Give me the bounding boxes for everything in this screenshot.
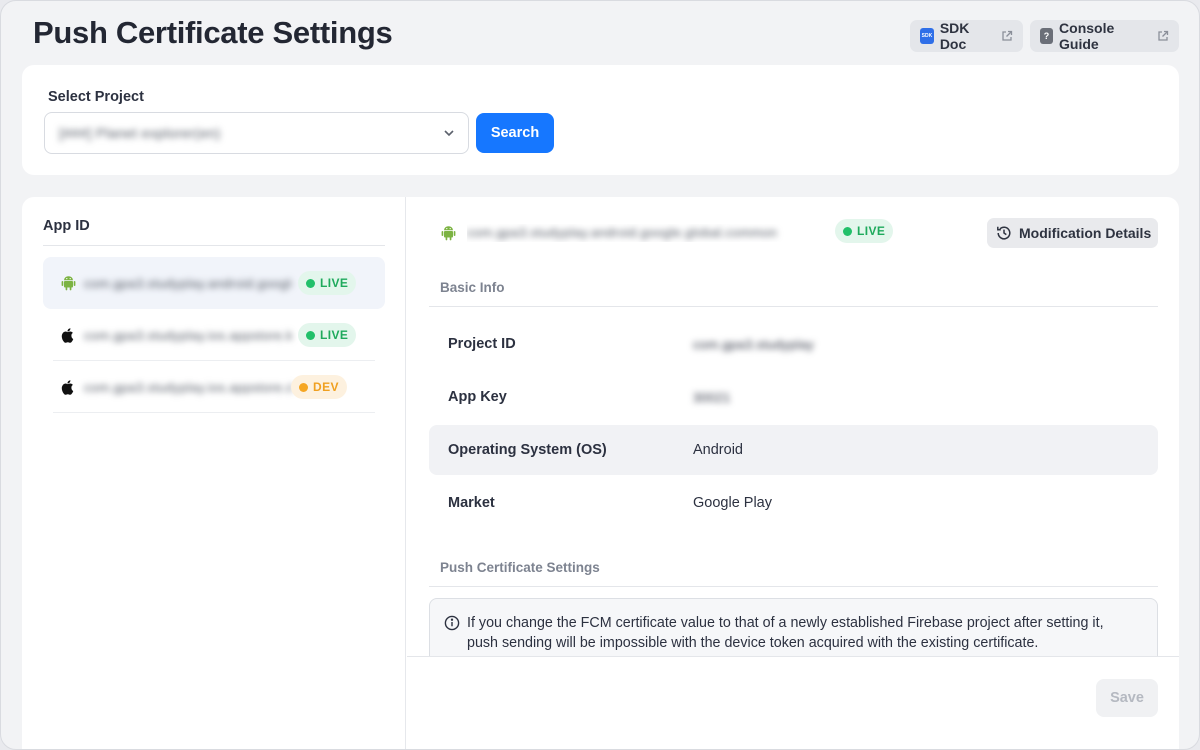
- console-guide-icon: ?: [1040, 28, 1054, 44]
- status-badge: LIVE: [835, 219, 894, 243]
- basic-info-title: Basic Info: [440, 280, 505, 295]
- divider: [429, 306, 1158, 307]
- project-select-value: [###] Planet explorer(en): [59, 125, 221, 141]
- status-badge-label: LIVE: [320, 276, 349, 290]
- history-icon: [995, 224, 1013, 242]
- external-link-icon: [1001, 30, 1013, 42]
- project-select[interactable]: [###] Planet explorer(en): [44, 112, 469, 154]
- info-value: Google Play: [693, 495, 772, 511]
- divider: [53, 412, 375, 413]
- chevron-down-icon: [442, 126, 456, 140]
- app-list-item[interactable]: com.gpa3.studyplay.ios.appstore.kr LIVE: [43, 309, 385, 361]
- info-row-app-key: App Key 30021: [429, 372, 1158, 422]
- android-icon: [441, 225, 456, 241]
- console-guide-label: Console Guide: [1059, 20, 1115, 52]
- status-dot: [306, 330, 315, 340]
- info-key: App Key: [448, 389, 507, 405]
- status-badge-label: LIVE: [320, 328, 349, 342]
- push-cert-title: Push Certificate Settings: [440, 560, 600, 575]
- status-badge: LIVE: [298, 323, 357, 347]
- info-value: 30021: [693, 389, 731, 405]
- app-id-heading: App ID: [43, 218, 90, 234]
- project-select-card: Select Project [###] Planet explorer(en)…: [22, 65, 1179, 175]
- apple-icon: [61, 327, 76, 343]
- divider: [43, 245, 385, 246]
- info-value: com.gpa3.studyplay: [693, 336, 815, 352]
- status-badge-label: DEV: [313, 380, 339, 394]
- app-window: Push Certificate Settings SDK SDK Doc ? …: [0, 0, 1200, 750]
- save-button[interactable]: Save: [1096, 679, 1158, 717]
- search-button[interactable]: Search: [476, 113, 554, 153]
- app-id-text: com.gpa3.studyplay.ios.appstore.dev: [84, 379, 292, 395]
- external-link-icon: [1157, 30, 1169, 42]
- app-detail-pane: com.gpa3.studyplay.android.google.global…: [407, 197, 1179, 749]
- apple-icon: [61, 379, 76, 395]
- android-icon: [61, 275, 76, 291]
- info-key: Market: [448, 495, 495, 511]
- info-row-project-id: Project ID com.gpa3.studyplay: [429, 319, 1158, 369]
- status-dot: [306, 278, 315, 288]
- status-badge: DEV: [291, 375, 347, 399]
- app-id-text: com.gpa3.studyplay.android.google: [84, 275, 292, 291]
- status-badge-label: LIVE: [857, 224, 886, 238]
- status-dot: [299, 382, 308, 392]
- app-id-list-pane: App ID com.gpa3.studyplay.android.google…: [22, 197, 406, 749]
- app-list-item[interactable]: com.gpa3.studyplay.android.google LIVE: [43, 257, 385, 309]
- app-id-text: com.gpa3.studyplay.ios.appstore.kr: [84, 327, 292, 343]
- info-row-market: Market Google Play: [429, 478, 1158, 528]
- modification-details-button[interactable]: Modification Details: [987, 218, 1158, 248]
- selected-app-id-text: com.gpa3.studyplay.android.google.global…: [467, 225, 778, 240]
- modification-details-label: Modification Details: [1019, 225, 1152, 241]
- info-icon: [444, 615, 460, 631]
- status-badge: LIVE: [298, 271, 357, 295]
- footer: Save: [407, 657, 1179, 749]
- app-list-item[interactable]: com.gpa3.studyplay.ios.appstore.dev DEV: [43, 361, 385, 413]
- info-value: Android: [693, 442, 743, 458]
- app-settings-card: App ID com.gpa3.studyplay.android.google…: [22, 197, 1179, 749]
- selected-app-id: com.gpa3.studyplay.android.google.global…: [467, 224, 827, 242]
- info-key: Operating System (OS): [448, 442, 607, 458]
- console-guide-button[interactable]: ? Console Guide: [1030, 20, 1179, 52]
- sdk-doc-label: SDK Doc: [939, 20, 970, 52]
- info-row-os: Operating System (OS) Android: [429, 425, 1158, 475]
- notice-text: If you change the FCM certificate value …: [467, 615, 1104, 651]
- status-dot: [843, 226, 852, 236]
- sdk-doc-button[interactable]: SDK SDK Doc: [910, 20, 1023, 52]
- info-key: Project ID: [448, 336, 516, 352]
- sdk-doc-icon: SDK: [920, 28, 934, 44]
- select-project-label: Select Project: [48, 89, 144, 105]
- page-title: Push Certificate Settings: [33, 15, 393, 50]
- divider: [429, 586, 1158, 587]
